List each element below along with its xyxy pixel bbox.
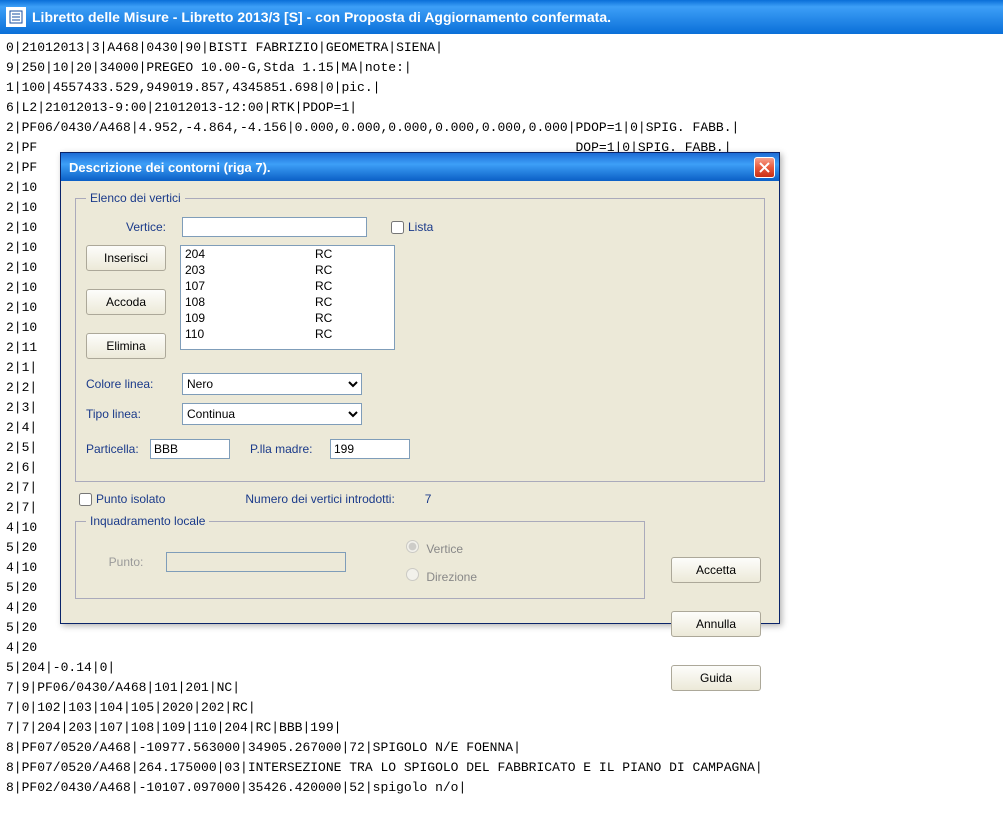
inquadramento-group: Inquadramento locale Punto: Vertice bbox=[75, 514, 645, 599]
vertices-listbox[interactable]: 204RC203RC107RC108RC109RC110RC bbox=[180, 245, 395, 350]
accoda-button[interactable]: Accoda bbox=[86, 289, 166, 315]
text-line: 4|20 bbox=[6, 638, 1003, 658]
particella-label: Particella: bbox=[86, 442, 150, 456]
main-title: Libretto delle Misure - Libretto 2013/3 … bbox=[32, 9, 611, 25]
colore-combo[interactable]: Nero bbox=[182, 373, 362, 395]
text-line: 1|100|4557433.529,949019.857,4345851.698… bbox=[6, 78, 1003, 98]
list-item[interactable]: 203RC bbox=[181, 262, 394, 278]
text-line: 5|204|-0.14|0| bbox=[6, 658, 1003, 678]
main-window: Libretto delle Misure - Libretto 2013/3 … bbox=[0, 0, 1003, 820]
text-line: 0|21012013|3|A468|0430|90|BISTI FABRIZIO… bbox=[6, 38, 1003, 58]
text-line: 7|7|204|203|107|108|109|110|204|RC|BBB|1… bbox=[6, 718, 1003, 738]
particella-input[interactable] bbox=[150, 439, 230, 459]
annulla-button[interactable]: Annulla bbox=[671, 611, 761, 637]
radio-direzione bbox=[406, 568, 419, 581]
text-line: 8|PF07/0520/A468|-10977.563000|34905.267… bbox=[6, 738, 1003, 758]
plla-madre-input[interactable] bbox=[330, 439, 410, 459]
colore-label: Colore linea: bbox=[86, 377, 182, 391]
punto-isolato-label: Punto isolato bbox=[96, 492, 165, 506]
plla-madre-label: P.lla madre: bbox=[250, 442, 330, 456]
text-line: 7|0|102|103|104|105|2020|202|RC| bbox=[6, 698, 1003, 718]
num-vertici-value: 7 bbox=[425, 492, 432, 506]
radio-direzione-wrap: Direzione bbox=[406, 568, 477, 584]
lista-checkbox[interactable] bbox=[391, 221, 404, 234]
text-line: 2|PF06/0430/A468|4.952,-4.864,-4.156|0.0… bbox=[6, 118, 1003, 138]
lista-label: Lista bbox=[408, 220, 433, 234]
list-item[interactable]: 204RC bbox=[181, 246, 394, 262]
contorni-dialog: Descrizione dei contorni (riga 7). Elenc… bbox=[60, 152, 780, 624]
radio-vertice bbox=[406, 540, 419, 553]
list-item[interactable]: 109RC bbox=[181, 310, 394, 326]
dialog-titlebar: Descrizione dei contorni (riga 7). bbox=[61, 153, 779, 181]
radio-vertice-wrap: Vertice bbox=[406, 540, 477, 556]
text-line: 9|250|10|20|34000|PREGEO 10.00-G,Stda 1.… bbox=[6, 58, 1003, 78]
tipo-combo[interactable]: Continua bbox=[182, 403, 362, 425]
elimina-button[interactable]: Elimina bbox=[86, 333, 166, 359]
accetta-button[interactable]: Accetta bbox=[671, 557, 761, 583]
text-line: 6|L2|21012013-9:00|21012013-12:00|RTK|PD… bbox=[6, 98, 1003, 118]
elenco-vertici-legend: Elenco dei vertici bbox=[86, 191, 185, 205]
num-vertici-label: Numero dei vertici introdotti: bbox=[245, 492, 394, 506]
text-line: 7|9|PF06/0430/A468|101|201|NC| bbox=[6, 678, 1003, 698]
punto-input bbox=[166, 552, 346, 572]
main-titlebar: Libretto delle Misure - Libretto 2013/3 … bbox=[0, 0, 1003, 34]
close-button[interactable] bbox=[754, 157, 775, 178]
vertice-input[interactable] bbox=[182, 217, 367, 237]
elenco-vertici-group: Elenco dei vertici Vertice: Lista Inseri… bbox=[75, 191, 765, 482]
list-item[interactable]: 107RC bbox=[181, 278, 394, 294]
list-item[interactable]: 108RC bbox=[181, 294, 394, 310]
app-icon bbox=[6, 7, 26, 27]
vertice-label: Vertice: bbox=[126, 220, 182, 234]
guida-button[interactable]: Guida bbox=[671, 665, 761, 691]
list-item[interactable]: 110RC bbox=[181, 326, 394, 342]
punto-isolato-checkbox[interactable] bbox=[79, 493, 92, 506]
inquadramento-legend: Inquadramento locale bbox=[86, 514, 209, 528]
dialog-title: Descrizione dei contorni (riga 7). bbox=[69, 160, 271, 175]
text-line: 8|PF02/0430/A468|-10107.097000|35426.420… bbox=[6, 778, 1003, 798]
tipo-label: Tipo linea: bbox=[86, 407, 182, 421]
punto-label: Punto: bbox=[86, 555, 166, 569]
text-line: 8|PF07/0520/A468|264.175000|03|INTERSEZI… bbox=[6, 758, 1003, 778]
inserisci-button[interactable]: Inserisci bbox=[86, 245, 166, 271]
